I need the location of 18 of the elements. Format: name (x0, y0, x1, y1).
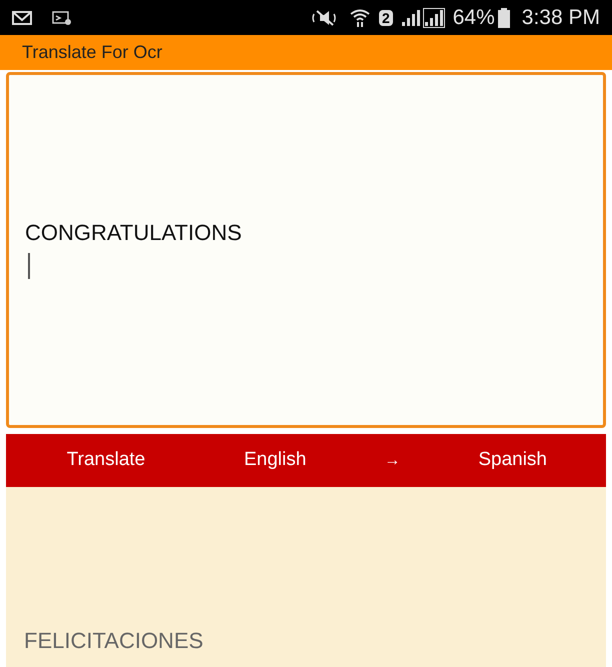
sim-badge: 2 (378, 10, 393, 26)
text-input-field[interactable]: CONGRATULATIONS (6, 72, 606, 428)
signal-icon (400, 8, 421, 26)
source-language-button[interactable]: English (244, 446, 306, 475)
wifi-icon (348, 8, 371, 28)
translated-text: FELICITACIONES (24, 627, 204, 655)
translate-button[interactable]: Translate (56, 446, 156, 475)
clock: 3:38 PM (522, 4, 600, 31)
signal-icon (424, 8, 444, 26)
arrow-label: → (384, 450, 400, 470)
battery-percent: 64% (452, 4, 495, 31)
text-cursor-icon (28, 252, 30, 278)
mail-icon (12, 10, 32, 26)
mute-icon (310, 8, 337, 26)
app-title: Translate For Ocr (22, 41, 162, 64)
target-language-button[interactable]: Spanish (478, 446, 547, 475)
image-icon (52, 10, 72, 26)
battery-icon (498, 8, 510, 28)
